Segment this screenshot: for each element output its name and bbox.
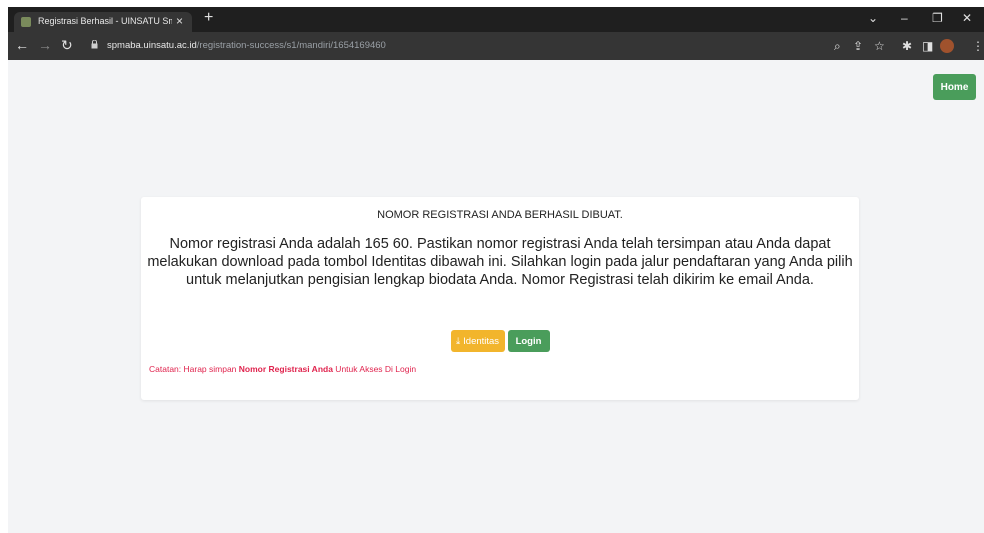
address-bar[interactable]: spmaba.uinsatu.ac.id/registration-succes… bbox=[85, 36, 877, 56]
profile-avatar-icon[interactable] bbox=[940, 39, 954, 53]
share-icon[interactable]: ⇪ bbox=[853, 39, 863, 53]
registration-message: Nomor registrasi Anda adalah 165 60. Pas… bbox=[147, 236, 853, 288]
page-content: Home NOMOR REGISTRASI ANDA BERHASIL DIBU… bbox=[8, 60, 984, 533]
url-text: spmaba.uinsatu.ac.id/registration-succes… bbox=[107, 40, 386, 51]
note-suffix: Untuk Akses Di Login bbox=[332, 364, 417, 374]
forward-arrow-icon[interactable]: → bbox=[38, 37, 52, 53]
identitas-button[interactable]: ⤓ Identitas bbox=[450, 330, 505, 352]
zoom-icon[interactable]: ⌕ bbox=[834, 39, 841, 54]
back-arrow-icon[interactable]: ← bbox=[15, 37, 29, 53]
window-close-icon[interactable]: ✕ bbox=[962, 11, 972, 25]
star-icon[interactable]: ☆ bbox=[874, 39, 885, 53]
action-buttons: ⤓ Identitas Login bbox=[141, 330, 859, 352]
reload-icon[interactable]: ↻ bbox=[61, 37, 73, 54]
note-text: Catatan: Harap simpan Nomor Registrasi A… bbox=[149, 364, 416, 374]
browser-window: Registrasi Berhasil - UINSATU Sm × + ⌄ –… bbox=[8, 7, 984, 533]
identitas-label: Identitas bbox=[463, 335, 500, 347]
url-host: spmaba.uinsatu.ac.id bbox=[107, 40, 197, 51]
browser-toolbar: ← → ↻ spmaba.uinsatu.ac.id/registration-… bbox=[8, 32, 984, 60]
lock-icon bbox=[91, 40, 98, 49]
tab-title: Registrasi Berhasil - UINSATU Sm bbox=[38, 16, 172, 26]
home-button[interactable]: Home bbox=[933, 74, 976, 100]
success-card: NOMOR REGISTRASI ANDA BERHASIL DIBUAT. N… bbox=[141, 197, 859, 400]
note-prefix: Catatan: Harap simpan bbox=[149, 364, 239, 374]
tab-bar: Registrasi Berhasil - UINSATU Sm × + ⌄ –… bbox=[8, 7, 984, 32]
card-title: NOMOR REGISTRASI ANDA BERHASIL DIBUAT. bbox=[377, 209, 623, 221]
url-path: /registration-success/s1/mandiri/1654169… bbox=[196, 40, 386, 51]
tab-search-icon[interactable]: ⌄ bbox=[868, 11, 878, 25]
browser-tab[interactable]: Registrasi Berhasil - UINSATU Sm × bbox=[14, 12, 192, 32]
tab-close-icon[interactable]: × bbox=[176, 14, 183, 28]
sidebar-icon[interactable]: ◨ bbox=[922, 39, 933, 53]
minimize-icon[interactable]: – bbox=[901, 11, 908, 25]
note-bold: Nomor Registrasi Anda bbox=[238, 364, 333, 374]
more-icon[interactable]: ⋮ bbox=[972, 39, 984, 53]
login-button[interactable]: Login bbox=[507, 330, 550, 352]
favicon-icon bbox=[21, 17, 31, 27]
restore-icon[interactable]: ❐ bbox=[932, 11, 943, 25]
download-icon: ⤓ bbox=[455, 335, 461, 347]
new-tab-icon[interactable]: + bbox=[204, 10, 213, 26]
extensions-icon[interactable]: ✱ bbox=[902, 39, 912, 53]
